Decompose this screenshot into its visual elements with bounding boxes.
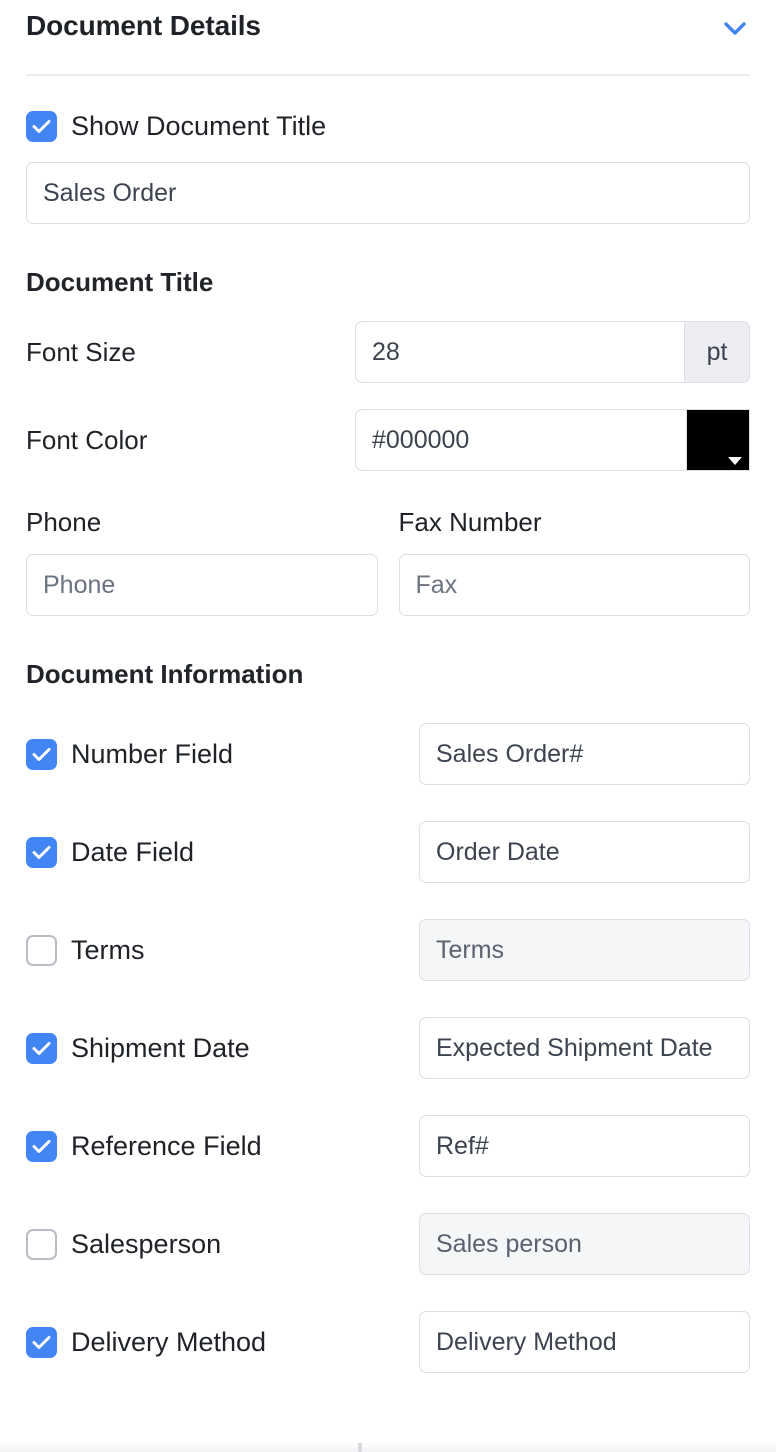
fax-input[interactable]: Fax	[399, 554, 751, 616]
show-document-title-label: Show Document Title	[71, 113, 326, 140]
salesperson-checkbox[interactable]	[26, 1229, 57, 1260]
check-icon	[32, 119, 51, 134]
document-title-heading: Document Title	[26, 269, 750, 295]
document-information-heading: Document Information	[26, 661, 750, 687]
date-field-checkbox[interactable]	[26, 837, 57, 868]
salesperson-toggle[interactable]: Salesperson	[26, 1229, 419, 1260]
info-row-delivery-method: Delivery Method Delivery Method	[26, 1311, 750, 1373]
reference-field-checkbox[interactable]	[26, 1131, 57, 1162]
number-field-checkbox[interactable]	[26, 739, 57, 770]
shipment-date-input[interactable]: Expected Shipment Date	[419, 1017, 750, 1079]
show-document-title-checkbox[interactable]	[26, 111, 57, 142]
info-row-reference-field: Reference Field Ref#	[26, 1115, 750, 1177]
fax-column: Fax Number Fax	[399, 509, 751, 616]
date-field-toggle[interactable]: Date Field	[26, 837, 419, 868]
check-icon	[32, 747, 51, 762]
bottom-scroll-fade	[0, 1442, 776, 1452]
font-size-unit-addon[interactable]: pt	[684, 322, 749, 382]
info-row-salesperson: Salesperson Sales person	[26, 1213, 750, 1275]
check-icon	[32, 1139, 51, 1154]
font-size-input-group: 28 pt	[355, 321, 750, 383]
salesperson-label: Salesperson	[71, 1231, 221, 1258]
number-field-toggle[interactable]: Number Field	[26, 739, 419, 770]
font-size-label: Font Size	[26, 339, 355, 365]
terms-checkbox[interactable]	[26, 935, 57, 966]
bottom-scroll-indicator	[358, 1443, 362, 1452]
font-color-row: Font Color #000000	[26, 409, 750, 471]
font-color-control: #000000	[355, 409, 750, 471]
number-field-control: Sales Order#	[419, 723, 750, 785]
contact-row: Phone Phone Fax Number Fax	[26, 509, 750, 616]
info-row-shipment-date: Shipment Date Expected Shipment Date	[26, 1017, 750, 1079]
document-information-list: Number Field Sales Order# Date Field Ord…	[26, 723, 750, 1373]
delivery-method-toggle[interactable]: Delivery Method	[26, 1327, 419, 1358]
check-icon	[32, 1335, 51, 1350]
panel-header: Document Details	[26, 0, 750, 52]
number-field-label: Number Field	[71, 741, 233, 768]
caret-down-icon	[728, 457, 742, 465]
reference-field-control: Ref#	[419, 1115, 750, 1177]
reference-field-label: Reference Field	[71, 1133, 262, 1160]
terms-toggle[interactable]: Terms	[26, 935, 419, 966]
info-row-terms: Terms Terms	[26, 919, 750, 981]
salesperson-control: Sales person	[419, 1213, 750, 1275]
shipment-date-checkbox[interactable]	[26, 1033, 57, 1064]
font-size-row: Font Size 28 pt	[26, 321, 750, 383]
fax-label: Fax Number	[399, 509, 751, 535]
font-size-input[interactable]: 28	[356, 322, 684, 382]
collapse-toggle-button[interactable]	[720, 14, 750, 44]
date-field-input[interactable]: Order Date	[419, 821, 750, 883]
phone-label: Phone	[26, 509, 378, 535]
info-row-date-field: Date Field Order Date	[26, 821, 750, 883]
delivery-method-control: Delivery Method	[419, 1311, 750, 1373]
check-icon	[32, 1041, 51, 1056]
shipment-date-control: Expected Shipment Date	[419, 1017, 750, 1079]
phone-input[interactable]: Phone	[26, 554, 378, 616]
date-field-control: Order Date	[419, 821, 750, 883]
terms-input: Terms	[419, 919, 750, 981]
phone-column: Phone Phone	[26, 509, 378, 616]
font-color-input-group: #000000	[355, 409, 750, 471]
delivery-method-label: Delivery Method	[71, 1329, 266, 1356]
shipment-date-toggle[interactable]: Shipment Date	[26, 1033, 419, 1064]
shipment-date-label: Shipment Date	[71, 1035, 250, 1062]
check-icon	[32, 845, 51, 860]
font-color-input[interactable]: #000000	[355, 409, 687, 471]
document-title-input-wrap: Sales Order	[26, 162, 750, 224]
terms-control: Terms	[419, 919, 750, 981]
font-color-label: Font Color	[26, 427, 355, 453]
document-details-panel: Document Details Show Document Title Sal…	[0, 0, 776, 1452]
reference-field-input[interactable]: Ref#	[419, 1115, 750, 1177]
reference-field-toggle[interactable]: Reference Field	[26, 1131, 419, 1162]
font-size-control: 28 pt	[355, 321, 750, 383]
chevron-down-icon	[724, 22, 746, 36]
terms-label: Terms	[71, 937, 145, 964]
document-title-input[interactable]: Sales Order	[26, 162, 750, 224]
info-row-number-field: Number Field Sales Order#	[26, 723, 750, 785]
header-divider	[26, 74, 750, 76]
delivery-method-checkbox[interactable]	[26, 1327, 57, 1358]
salesperson-input: Sales person	[419, 1213, 750, 1275]
date-field-label: Date Field	[71, 839, 194, 866]
show-document-title-row[interactable]: Show Document Title	[26, 109, 750, 143]
number-field-input[interactable]: Sales Order#	[419, 723, 750, 785]
delivery-method-input[interactable]: Delivery Method	[419, 1311, 750, 1373]
font-color-swatch-button[interactable]	[687, 409, 750, 471]
page-title: Document Details	[26, 8, 261, 44]
